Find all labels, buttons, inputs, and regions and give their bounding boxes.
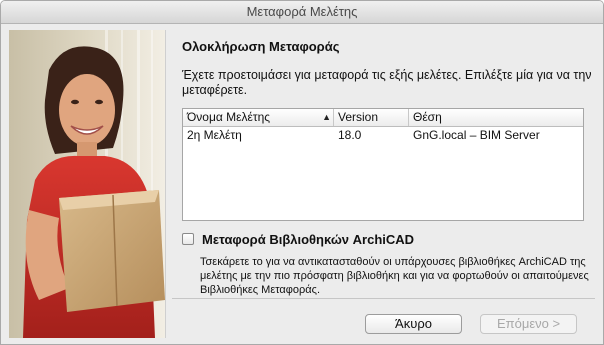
cancel-button[interactable]: Άκυρο xyxy=(365,314,462,334)
table-row[interactable]: 2η Μελέτη 18.0 GnG.local – BIM Server xyxy=(183,126,583,145)
next-button[interactable]: Επόμενο > xyxy=(480,314,577,334)
migrate-libraries-checkbox[interactable] xyxy=(182,233,194,245)
column-header-location[interactable]: Θέση xyxy=(409,109,583,126)
migrate-libraries-note: Τσεκάρετε το για να αντικατασταθούν οι υ… xyxy=(200,256,589,296)
instruction-text: Έχετε προετοιμάσει για μεταφορά τις εξής… xyxy=(182,68,592,97)
column-header-label: Version xyxy=(338,110,379,124)
woman-carrying-box-illustration xyxy=(9,30,166,338)
column-header-label: Όνομα Μελέτης xyxy=(187,110,271,124)
column-header-project-name[interactable]: Όνομα Μελέτης ▲ xyxy=(183,109,334,126)
migration-dialog: Μεταφορά Μελέτης Ολοκλήρωση Μεταφοράς Έχ… xyxy=(0,0,604,345)
table-header: Όνομα Μελέτης ▲ Version Θέση xyxy=(183,109,583,127)
project-name-cell: 2η Μελέτη xyxy=(187,128,242,142)
page-heading: Ολοκλήρωση Μεταφοράς xyxy=(182,39,340,54)
projects-table: Όνομα Μελέτης ▲ Version Θέση 2η Μελέτη 1… xyxy=(182,108,584,221)
window-title: Μεταφορά Μελέτης xyxy=(1,1,603,24)
location-cell: GnG.local – BIM Server xyxy=(413,128,540,142)
sort-ascending-icon: ▲ xyxy=(322,112,331,122)
footer-divider xyxy=(172,298,595,299)
version-cell: 18.0 xyxy=(338,128,362,142)
column-header-version[interactable]: Version xyxy=(334,109,409,126)
column-header-label: Θέση xyxy=(413,110,442,124)
migrate-libraries-label: Μεταφορά Βιβλιοθηκών ArchiCAD xyxy=(202,232,415,247)
